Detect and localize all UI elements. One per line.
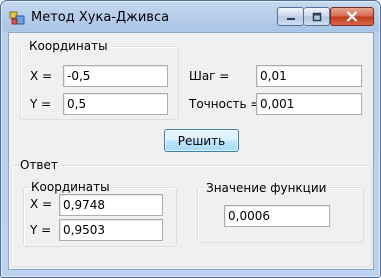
x-result-label: X = bbox=[30, 197, 53, 211]
y-input-label: Y = bbox=[30, 97, 52, 111]
x-input-field[interactable]: -0,5 bbox=[63, 65, 168, 87]
minimize-icon bbox=[286, 17, 295, 20]
close-icon bbox=[346, 11, 358, 22]
step-label: Шаг = bbox=[189, 69, 230, 83]
input-coordinates-group-title: Координаты bbox=[27, 39, 110, 53]
solve-button[interactable]: Решить bbox=[164, 129, 239, 152]
maximize-button[interactable] bbox=[304, 7, 330, 26]
window-title: Метод Хука-Дживса bbox=[31, 10, 170, 25]
y-result-label: Y = bbox=[30, 223, 52, 237]
close-button[interactable] bbox=[330, 7, 374, 26]
x-result-field[interactable]: 0,9748 bbox=[59, 194, 163, 216]
app-icon bbox=[9, 10, 25, 26]
y-input-field[interactable]: 0,5 bbox=[63, 93, 168, 115]
maximize-icon bbox=[312, 12, 321, 21]
app-window: Метод Хука-Дживса Координаты X = -0,5 Y … bbox=[0, 0, 381, 278]
form-client-area: Координаты X = -0,5 Y = 0,5 Шаг = 0,01 Т… bbox=[8, 32, 374, 270]
precision-label: Точность = bbox=[189, 97, 261, 111]
title-bar[interactable]: Метод Хука-Дживса bbox=[1, 1, 380, 33]
minimize-button[interactable] bbox=[277, 7, 304, 26]
y-result-field[interactable]: 0,9503 bbox=[59, 219, 163, 241]
result-coordinates-group-title: Координаты bbox=[29, 180, 112, 194]
x-input-label: X = bbox=[30, 69, 53, 83]
function-value-group-title: Значение функции bbox=[204, 181, 329, 195]
answer-group-title: Ответ bbox=[18, 158, 60, 172]
function-value-field[interactable]: 0,0006 bbox=[224, 205, 330, 227]
precision-field[interactable]: 0,001 bbox=[256, 93, 362, 115]
step-field[interactable]: 0,01 bbox=[256, 65, 362, 87]
